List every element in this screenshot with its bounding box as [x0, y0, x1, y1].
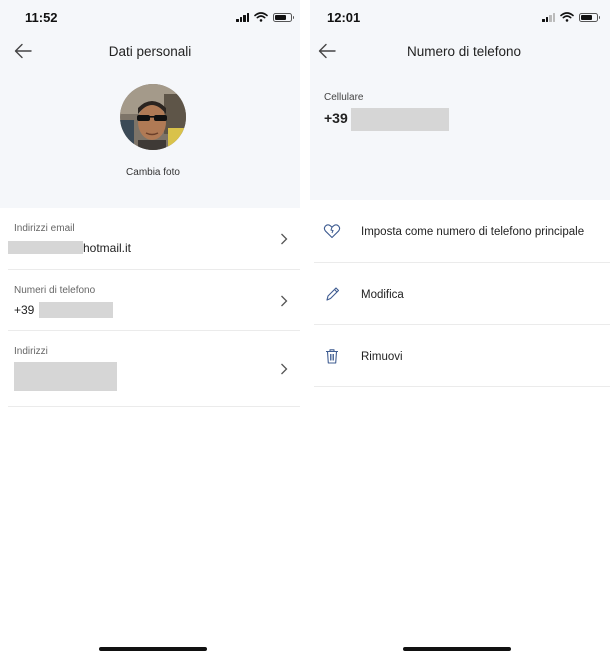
personal-data-screen: 11:52 Dati personali Cambia foto Indiriz…	[0, 0, 300, 660]
chevron-right-icon	[281, 363, 288, 375]
set-primary-phone-item[interactable]: Imposta come numero di telefono principa…	[314, 200, 610, 263]
pencil-icon	[326, 287, 340, 301]
cellular-signal-icon	[236, 12, 249, 22]
status-time: 12:01	[327, 10, 361, 25]
page-title: Dati personali	[108, 44, 192, 59]
page-title: Numero di telefono	[406, 44, 522, 59]
phone-row-value: +39	[14, 303, 35, 317]
wifi-icon	[254, 12, 268, 22]
phone-actions-list: Imposta come numero di telefono principa…	[314, 200, 610, 387]
battery-icon	[273, 12, 294, 22]
edit-phone-item[interactable]: Modifica	[314, 263, 610, 325]
battery-icon	[579, 12, 600, 22]
profile-photo	[120, 84, 186, 150]
status-icons	[236, 12, 294, 22]
phone-number-screen: 12:01 Numero di telefono Cellulare +39 I…	[310, 0, 610, 660]
change-photo-link[interactable]: Cambia foto	[0, 167, 300, 178]
cellular-signal-icon	[542, 12, 555, 22]
list-item-phone-numbers[interactable]: Numeri di telefono +39	[8, 270, 300, 331]
split-screenshot: 11:52 Dati personali Cambia foto Indiriz…	[0, 0, 610, 660]
personal-data-list: Indirizzi email hotmail.it Numeri di tel…	[8, 208, 300, 407]
phone-type-label: Cellulare	[324, 92, 364, 103]
remove-phone-item[interactable]: Rimuovi	[314, 325, 610, 387]
list-item-email[interactable]: Indirizzi email hotmail.it	[8, 208, 300, 270]
status-time: 11:52	[25, 10, 58, 25]
email-row-value: hotmail.it	[83, 241, 132, 255]
email-row-label: Indirizzi email	[14, 223, 75, 234]
status-icons	[542, 12, 600, 22]
heart-icon	[323, 224, 341, 239]
phone-country-prefix: +39	[324, 110, 348, 126]
phone-row-label: Numeri di telefono	[14, 285, 96, 296]
remove-phone-label: Rimuovi	[361, 351, 403, 363]
trash-icon	[326, 349, 338, 364]
list-item-addresses[interactable]: Indirizzi	[8, 331, 300, 407]
set-primary-phone-label: Imposta come numero di telefono principa…	[361, 226, 585, 238]
avatar[interactable]	[120, 84, 186, 150]
redacted-phone	[39, 302, 113, 318]
redacted-email	[8, 241, 83, 254]
home-indicator	[99, 647, 207, 651]
chevron-right-icon	[281, 233, 288, 245]
addresses-row-label: Indirizzi	[14, 346, 48, 357]
redacted-phone-number	[351, 108, 449, 131]
chevron-right-icon	[281, 295, 288, 307]
redacted-address	[14, 362, 117, 391]
edit-phone-label: Modifica	[361, 289, 404, 301]
wifi-icon	[560, 12, 574, 22]
home-indicator	[403, 647, 511, 651]
